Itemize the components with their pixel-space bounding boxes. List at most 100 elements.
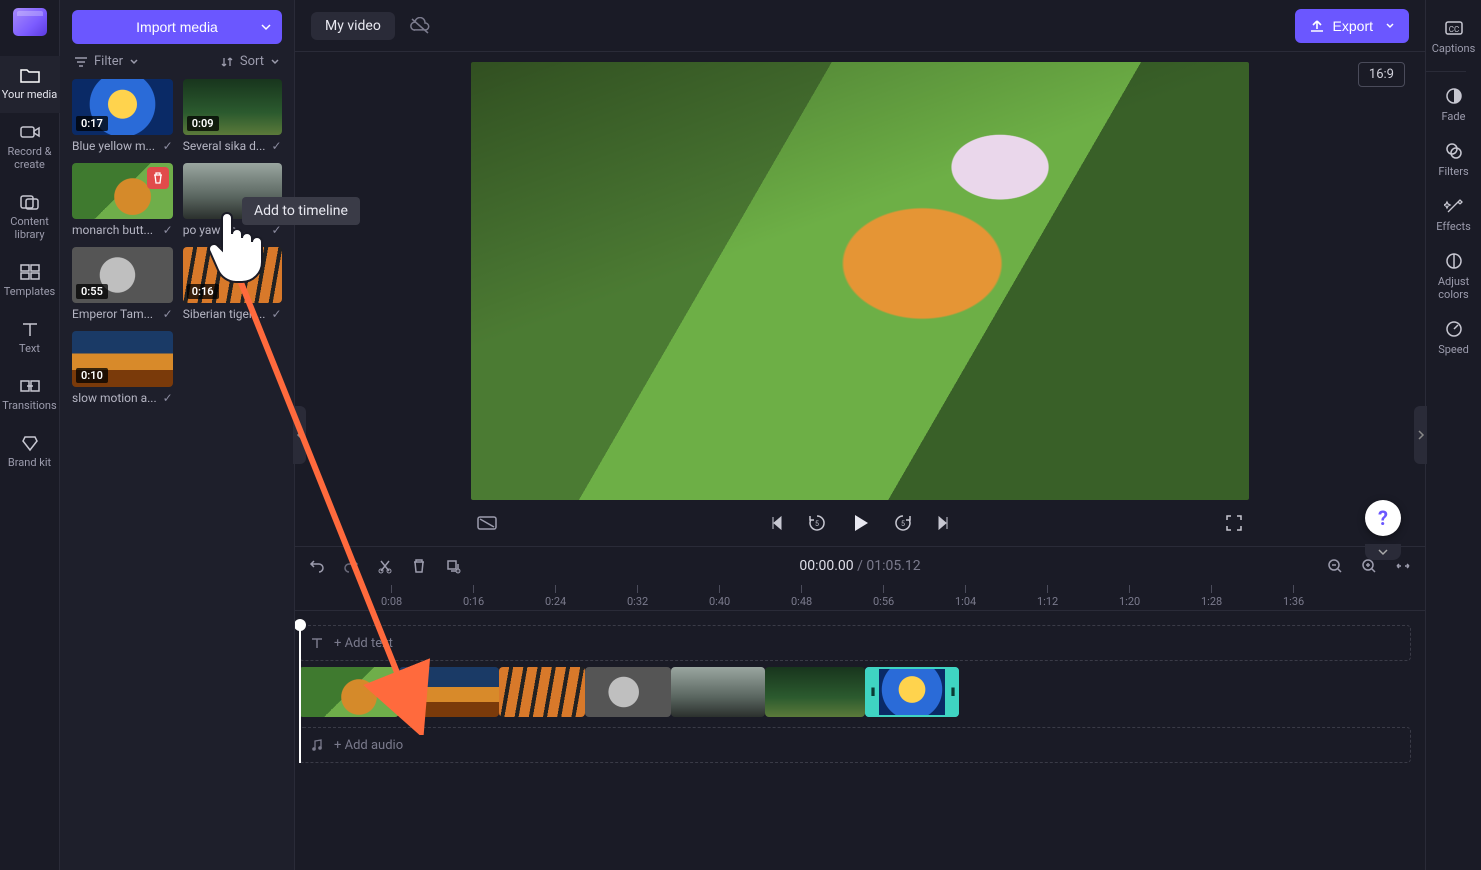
rewind-button[interactable]: 5 [807, 513, 827, 533]
media-panel: Import media Filter Sort 0:17 Blue yello… [60, 0, 295, 870]
media-label: Several sika d... [183, 139, 266, 153]
added-check-icon: ✓ [271, 139, 281, 153]
timeline-toolbar: 00:00.00 / 01:05.12 [295, 547, 1425, 585]
fade-icon [1444, 86, 1464, 106]
right-rail-adjust-colors[interactable]: Adjust colors [1426, 243, 1481, 311]
captions-icon: CC [1444, 18, 1464, 38]
next-frame-button[interactable] [935, 514, 953, 532]
ruler-tick: 1:04 [955, 585, 976, 608]
filter-button[interactable]: Filter [74, 54, 139, 69]
topbar: My video Export [295, 0, 1425, 52]
cloud-off-icon [409, 17, 431, 35]
chevron-down-icon [129, 57, 139, 67]
rail-item-label: Brand kit [8, 456, 51, 469]
play-button[interactable] [849, 512, 871, 534]
right-rail-effects[interactable]: Effects [1426, 188, 1481, 243]
video-preview[interactable] [471, 62, 1249, 500]
rail-item-your-media[interactable]: Your media [0, 56, 60, 113]
audio-track[interactable]: + Add audio [299, 727, 1411, 763]
playhead[interactable] [299, 625, 301, 763]
added-check-icon: ✓ [163, 391, 173, 405]
rail-item-brand-kit[interactable]: Brand kit [0, 424, 60, 481]
clip-tamarin[interactable] [585, 667, 671, 717]
right-rail-label: Captions [1432, 42, 1476, 55]
preview-area: 16:9 5 5 ? [295, 52, 1425, 546]
safe-zone-toggle[interactable] [477, 515, 497, 531]
import-media-button[interactable]: Import media [72, 10, 282, 44]
ruler-tick: 0:48 [791, 585, 812, 608]
video-track[interactable] [299, 667, 1411, 717]
text-icon [19, 320, 41, 338]
media-item-deer[interactable]: 0:09 Several sika d... ✓ [183, 79, 282, 153]
media-duration: 0:17 [76, 116, 108, 131]
rail-item-text[interactable]: Text [0, 310, 60, 367]
zoom-in-button[interactable] [1361, 558, 1377, 574]
media-grid: 0:17 Blue yellow m...✓ 0:09 Several sika… [72, 79, 282, 405]
media-item-parrot[interactable]: 0:17 Blue yellow m...✓ [72, 79, 173, 153]
timeline-timecode: 00:00.00 / 01:05.12 [799, 558, 920, 574]
split-button[interactable] [377, 558, 393, 574]
add-audio-label: + Add audio [334, 738, 403, 753]
upload-icon [1309, 18, 1325, 34]
right-rail-captions[interactable]: CC Captions [1426, 10, 1481, 65]
sort-button[interactable]: Sort [220, 54, 280, 69]
rail-item-label: Your media [2, 88, 57, 101]
media-thumbnail: 0:55 [72, 247, 173, 303]
media-duration: 0:09 [187, 116, 219, 131]
right-rail-speed[interactable]: Speed [1426, 311, 1481, 366]
media-label: Siberian tiger ... [183, 307, 266, 321]
rail-item-content-library[interactable]: Content library [0, 183, 60, 253]
ruler-tick: 0:16 [463, 585, 484, 608]
right-rail-fade[interactable]: Fade [1426, 78, 1481, 133]
media-label: Blue yellow m... [72, 139, 157, 153]
timeline-tracks[interactable]: + Add text + Add audio [295, 611, 1425, 870]
clip-tiger[interactable] [499, 667, 585, 717]
forward-button[interactable]: 5 [893, 513, 913, 533]
filter-label: Filter [94, 54, 123, 69]
delete-media-icon[interactable] [147, 167, 169, 189]
added-check-icon: ✓ [163, 223, 173, 237]
current-time: 00:00.00 [799, 558, 853, 574]
text-track[interactable]: + Add text [299, 625, 1411, 661]
clip-hippo[interactable] [671, 667, 765, 717]
export-button[interactable]: Export [1295, 9, 1409, 43]
clip-slowmo[interactable] [399, 667, 499, 717]
project-name-input[interactable]: My video [311, 12, 395, 40]
duplicate-button[interactable] [445, 558, 461, 574]
rail-item-templates[interactable]: Templates [0, 253, 60, 310]
adjust-colors-icon [1444, 251, 1464, 271]
help-button[interactable]: ? [1365, 500, 1401, 536]
collapse-right-rail-button[interactable] [1414, 406, 1427, 464]
media-item-slowmo[interactable]: 0:10 slow motion a...✓ [72, 331, 173, 405]
right-rail-filters[interactable]: Filters [1426, 133, 1481, 188]
ruler-tick: 1:36 [1283, 585, 1304, 608]
media-item-tiger[interactable]: 0:16 Siberian tiger ...✓ [183, 247, 282, 321]
clip-parrot[interactable] [865, 667, 959, 717]
clip-deer[interactable] [765, 667, 865, 717]
right-rail-label: Filters [1438, 165, 1468, 178]
left-rail: Your media Record & createContent library… [0, 0, 60, 870]
timeline-ruler[interactable]: 0:080:160:240:320:400:480:561:041:121:20… [295, 585, 1425, 611]
clip-butterfly[interactable] [299, 667, 399, 717]
media-thumbnail: 0:09 [183, 79, 282, 135]
svg-text:5: 5 [901, 520, 905, 528]
zoom-out-button[interactable] [1327, 558, 1343, 574]
player-controls: 5 5 [471, 500, 1249, 546]
fit-timeline-button[interactable] [1395, 558, 1411, 574]
rail-item-transitions[interactable]: Transitions [0, 367, 60, 424]
rail-item-record-create[interactable]: Record & create [0, 113, 60, 183]
record-create-icon [19, 123, 41, 141]
fullscreen-button[interactable] [1225, 514, 1243, 532]
media-item-butterfly[interactable]: monarch butt...✓ [72, 163, 173, 237]
ruler-tick: 0:56 [873, 585, 894, 608]
undo-button[interactable] [309, 558, 325, 574]
aspect-ratio-button[interactable]: 16:9 [1358, 62, 1405, 87]
media-thumbnail: 0:10 [72, 331, 173, 387]
prev-frame-button[interactable] [767, 514, 785, 532]
redo-button[interactable] [343, 558, 359, 574]
ruler-tick: 1:12 [1037, 585, 1058, 608]
delete-button[interactable] [411, 558, 427, 574]
media-item-tamarin[interactable]: 0:55 Emperor Tam...✓ [72, 247, 173, 321]
your-media-icon [19, 66, 41, 84]
media-label: po yawnin... [183, 223, 266, 237]
